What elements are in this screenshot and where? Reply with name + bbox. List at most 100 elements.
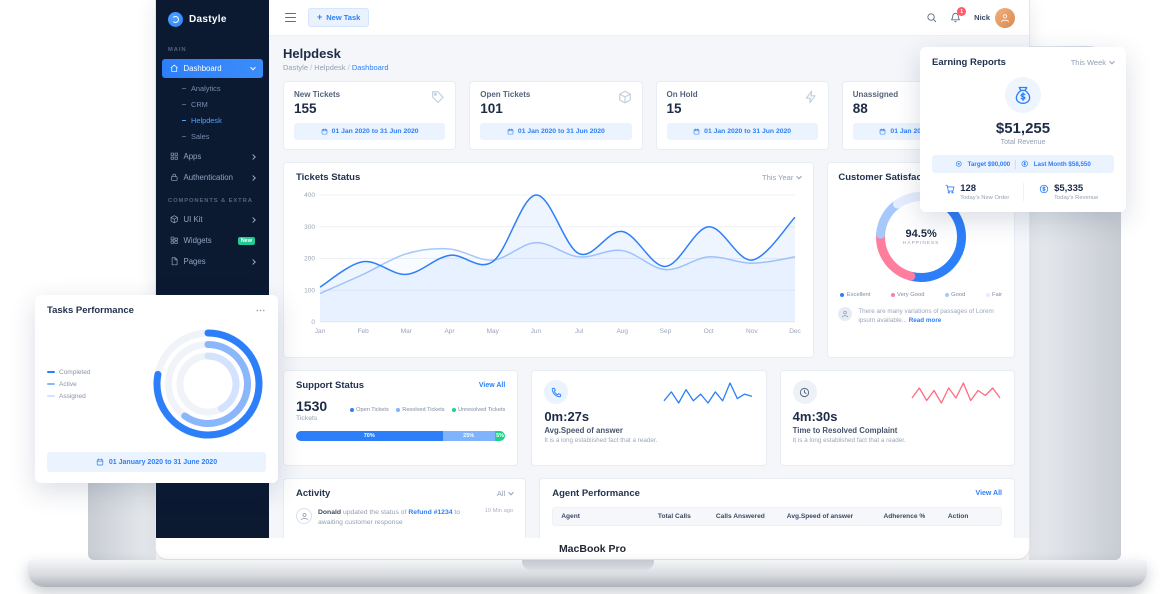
sidebar-item-analytics[interactable]: Analytics (156, 80, 269, 96)
navbar-actions: 1 Nick (926, 8, 1015, 28)
menu-icon[interactable] (283, 11, 298, 24)
legend-dash (47, 383, 55, 385)
legend-item: Good (945, 292, 966, 298)
revenue-label: Today's Revenue (1054, 195, 1098, 201)
svg-text:0: 0 (311, 319, 315, 326)
notification-badge: 1 (957, 7, 966, 16)
resolve-time-value: 4m:30s (793, 409, 1002, 424)
sidebar-item-widgets[interactable]: Widgets New (162, 231, 263, 250)
legend-item: Excellent (840, 292, 870, 298)
tick-icon (182, 88, 186, 89)
resolve-time-label: Time to Resolved Complaint (793, 426, 1002, 435)
main-area: + New Task 1 Nick (269, 0, 1029, 538)
search-icon[interactable] (926, 12, 937, 23)
activity-text: Donald updated the status of Refund #123… (318, 508, 479, 528)
dashboard-viewport: Dastyle MAIN Dashboard Analytics CRM Hel… (156, 0, 1029, 538)
target-icon (955, 160, 963, 168)
activity-filter-dropdown[interactable]: All (497, 489, 513, 498)
stat-card-on-hold: On Hold 15 01 Jan 2020 to 31 Jun 2020 (656, 81, 829, 150)
avg-speed-subtext: It is a long established fact that a rea… (544, 437, 753, 444)
view-all-link[interactable]: View All (976, 490, 1002, 497)
card-title: Support Status (296, 380, 364, 391)
ticket-count-value: 1530 (296, 398, 327, 414)
refund-link[interactable]: Refund #1234 (408, 509, 452, 516)
svg-text:Feb: Feb (358, 328, 370, 335)
sidebar-item-label: CRM (191, 100, 208, 109)
svg-text:Jun: Jun (531, 328, 542, 335)
date-range-picker[interactable]: 01 Jan 2020 to 31 Jun 2020 (667, 123, 818, 140)
svg-text:May: May (487, 328, 500, 335)
avg-speed-value: 0m:27s (544, 409, 753, 424)
date-range-picker[interactable]: 01 Jan 2020 to 31 Jun 2020 (294, 123, 445, 140)
support-row: Support Status View All 1530 Tickets Ope… (283, 370, 1015, 466)
resolve-time-sparkline (910, 380, 1002, 406)
legend-item: Very Good (891, 292, 925, 298)
macbook-mockup: Dastyle MAIN Dashboard Analytics CRM Hel… (0, 0, 1175, 594)
new-task-button[interactable]: + New Task (308, 8, 369, 27)
laptop-notch (522, 560, 654, 570)
legend-dash (47, 371, 55, 373)
breadcrumb-item[interactable]: Dashboard (352, 63, 389, 72)
happiness-label: HAPPINESS (903, 241, 939, 246)
date-range-label: 01 Jan 2020 to 31 Jun 2020 (332, 128, 419, 135)
bell-icon[interactable]: 1 (950, 12, 961, 23)
tick-icon (182, 104, 186, 105)
chevron-down-icon (1109, 58, 1115, 64)
calendar-icon (321, 128, 328, 135)
sidebar-item-sales[interactable]: Sales (156, 128, 269, 144)
activity-item[interactable]: Donald updated the status of Refund #123… (296, 508, 513, 528)
sidebar-item-ui-kit[interactable]: UI Kit (162, 210, 263, 229)
column-header: Adherence % (883, 513, 947, 520)
breadcrumb-item[interactable]: Helpdesk (314, 63, 352, 72)
revenue-value: $5,335 (1054, 183, 1098, 194)
stat-value: 88 (853, 101, 898, 116)
target-label: Target $90,000 (968, 161, 1011, 168)
tasks-radial-chart (152, 328, 264, 440)
tag-icon (431, 90, 445, 109)
legend-item: Unresolved Tickets (452, 407, 506, 413)
avg-speed-card: 0m:27s Avg.Speed of answer It is a long … (531, 370, 766, 466)
read-more-link[interactable]: Read more (909, 317, 942, 324)
column-header: Total Calls (658, 513, 716, 520)
home-icon (170, 64, 179, 73)
breadcrumb-item[interactable]: Dastyle (283, 63, 314, 72)
year-filter-dropdown[interactable]: This Year (762, 173, 801, 182)
card-title: Activity (296, 488, 330, 499)
sidebar-item-apps[interactable]: Apps (162, 147, 263, 166)
ticket-count: 1530 Tickets (296, 398, 327, 422)
sidebar-item-crm[interactable]: CRM (156, 96, 269, 112)
sidebar-item-label: Dashboard (184, 64, 247, 73)
legend-item: Assigned (47, 393, 90, 400)
money-bag-icon (1005, 77, 1041, 113)
sidebar-item-authentication[interactable]: Authentication (162, 168, 263, 187)
user-menu[interactable]: Nick (974, 8, 1015, 28)
device-label: MacBook Pro (156, 538, 1029, 559)
sidebar-item-pages[interactable]: Pages (162, 252, 263, 271)
earning-reports-card: Earning Reports This Week $51,255 Total … (920, 47, 1126, 212)
date-range-label: 01 January 2020 to 31 June 2020 (109, 459, 217, 466)
date-range-picker[interactable]: 01 January 2020 to 31 June 2020 (47, 452, 266, 472)
stat-value: 101 (480, 101, 530, 116)
sidebar-item-dashboard[interactable]: Dashboard (162, 59, 263, 78)
card-title: Earning Reports (932, 57, 1006, 68)
pages-icon (170, 257, 179, 266)
sidebar-item-label: Sales (191, 132, 210, 141)
chevron-right-icon (250, 154, 256, 160)
package-icon (618, 90, 632, 109)
laptop-base (28, 560, 1147, 587)
sidebar-item-helpdesk[interactable]: Helpdesk (156, 112, 269, 128)
orders-value: 128 (960, 183, 1009, 194)
progress-segment: 70% (296, 431, 443, 441)
legend-item: Completed (47, 369, 90, 376)
week-filter-dropdown[interactable]: This Week (1071, 58, 1114, 67)
sidebar-item-label: Pages (184, 257, 247, 266)
top-navbar: + New Task 1 Nick (269, 0, 1029, 36)
legend-dot (350, 408, 354, 412)
view-all-link[interactable]: View All (479, 382, 505, 389)
stat-value: 15 (667, 101, 698, 116)
todays-new-order: 128 Today's New Order (932, 183, 1023, 201)
more-options-icon[interactable] (255, 305, 266, 316)
svg-text:Aug: Aug (616, 328, 628, 335)
date-range-picker[interactable]: 01 Jan 2020 to 31 Jun 2020 (480, 123, 631, 140)
brand[interactable]: Dastyle (156, 0, 269, 37)
